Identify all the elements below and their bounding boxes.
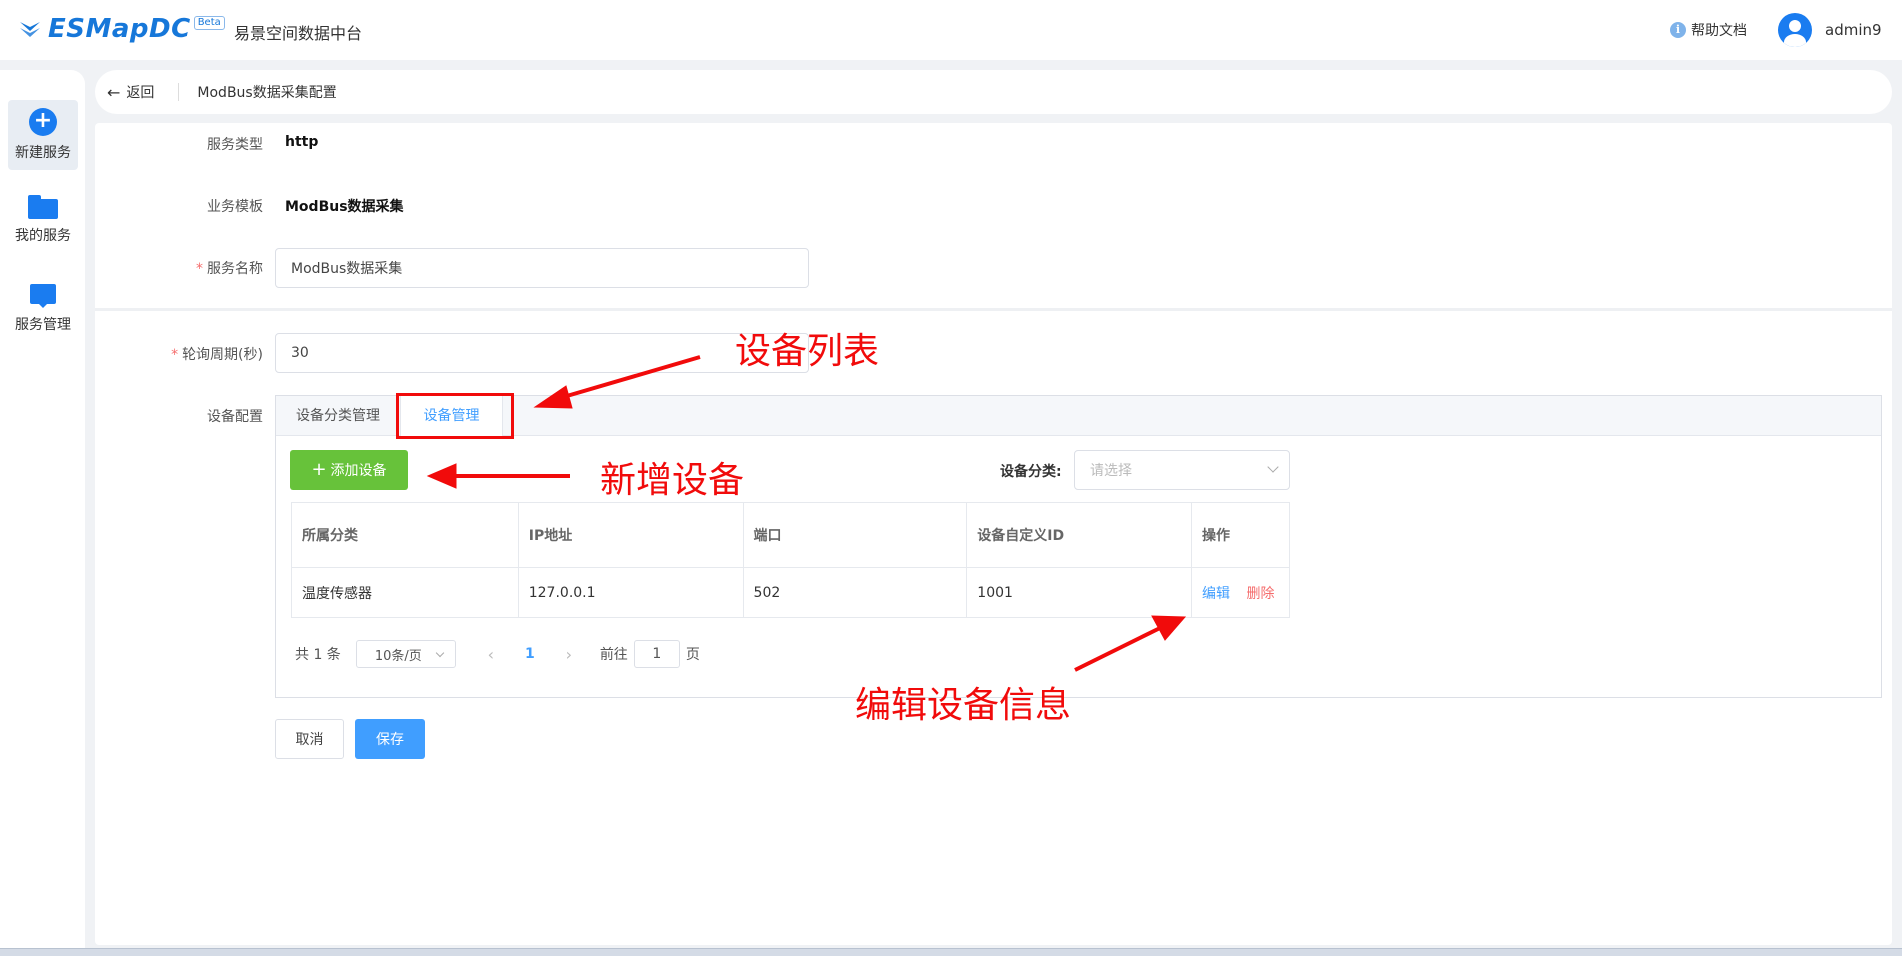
device-config-label: 设备配置 — [207, 409, 263, 425]
avatar-icon — [1778, 13, 1812, 47]
table-header-row: 所属分类 IP地址 端口 设备自定义ID 操作 — [291, 502, 1290, 568]
pagination: 共 1 条 10条/页 ‹ 1 › 前往 1 页 — [295, 640, 700, 668]
category-select[interactable]: 请选择 — [1074, 450, 1290, 490]
arrow-left-icon: ← — [107, 82, 121, 102]
table-row: 温度传感器 127.0.0.1 502 1001 编辑 删除 — [291, 567, 1290, 618]
goto-suffix: 页 — [685, 647, 700, 663]
sidebar-item-new-service[interactable]: + 新建服务 — [8, 100, 78, 170]
taskbar — [0, 948, 1902, 956]
chevron-down-icon — [435, 648, 445, 658]
sidebar: + 新建服务 我的服务 服务管理 — [0, 70, 85, 956]
goto-page-input[interactable]: 1 — [633, 640, 680, 668]
logo-text: ESMapDC — [48, 14, 191, 44]
sidebar-item-label: 服务管理 — [15, 317, 71, 333]
prev-page-icon[interactable]: ‹ — [476, 645, 506, 664]
total-count: 共 1 条 — [295, 647, 341, 663]
chevron-down-icon — [1267, 461, 1279, 473]
plus-circle-icon: + — [29, 108, 57, 136]
add-device-button[interactable]: + 添加设备 — [290, 450, 408, 490]
current-page[interactable]: 1 — [506, 646, 554, 662]
sidebar-item-my-services[interactable]: 我的服务 — [8, 185, 78, 255]
page-size-value: 10条/页 — [374, 648, 422, 664]
plus-icon: + — [311, 459, 327, 480]
poll-period-input[interactable]: 30 — [275, 333, 809, 373]
beta-badge: Beta — [193, 16, 225, 30]
column-header: 设备自定义ID — [966, 502, 1193, 568]
add-device-label: 添加设备 — [330, 463, 387, 479]
info-icon: i — [1670, 22, 1686, 38]
required-mark: * — [196, 261, 203, 277]
username: admin9 — [1825, 21, 1882, 39]
device-tabs: 设备分类管理 设备管理 — [276, 396, 1881, 437]
edit-link[interactable]: 编辑 — [1202, 586, 1230, 602]
poll-period-label: * 轮询周期(秒) — [171, 347, 263, 363]
annotation-add-device: 新增设备 — [600, 460, 745, 501]
breadcrumb: ← 返回 ModBus数据采集配置 — [95, 70, 1892, 114]
device-table: 所属分类 IP地址 端口 设备自定义ID 操作 温度传感器 127.0.0.1 … — [291, 502, 1290, 618]
column-header: IP地址 — [517, 502, 744, 568]
annotation-edit-device: 编辑设备信息 — [855, 685, 1072, 726]
sidebar-item-label: 我的服务 — [15, 228, 71, 244]
cell-actions: 编辑 删除 — [1191, 567, 1290, 618]
next-page-icon[interactable]: › — [554, 645, 584, 664]
book-icon — [30, 284, 56, 308]
service-name-input[interactable]: ModBus数据采集 — [275, 248, 809, 288]
cell-category: 温度传感器 — [291, 567, 519, 618]
category-filter-label: 设备分类: — [1000, 464, 1062, 480]
back-button[interactable]: ← 返回 — [107, 82, 154, 102]
goto-prefix: 前往 — [599, 647, 628, 663]
service-type-value: http — [285, 134, 319, 150]
delete-link[interactable]: 删除 — [1247, 586, 1275, 602]
annotation-highlight-box — [396, 393, 514, 439]
template-label: 业务模板 — [207, 199, 263, 215]
sidebar-item-service-management[interactable]: 服务管理 — [8, 274, 78, 344]
page-size-select[interactable]: 10条/页 — [355, 640, 456, 668]
service-name-label: * 服务名称 — [196, 261, 263, 277]
category-select-placeholder: 请选择 — [1090, 463, 1132, 479]
save-button[interactable]: 保存 — [355, 719, 425, 759]
cell-ip: 127.0.0.1 — [517, 567, 744, 618]
section-divider — [95, 308, 1892, 311]
divider — [178, 83, 180, 101]
cell-custom-id: 1001 — [966, 567, 1193, 618]
logo[interactable]: ESMapDC Beta — [18, 14, 225, 44]
back-label: 返回 — [126, 85, 155, 101]
template-value: ModBus数据采集 — [285, 199, 404, 215]
help-link[interactable]: i 帮助文档 — [1670, 20, 1747, 40]
user-menu[interactable]: admin9 — [1778, 13, 1882, 47]
app-name: 易景空间数据中台 — [234, 24, 363, 43]
page-title: ModBus数据采集配置 — [197, 85, 337, 101]
column-header: 所属分类 — [291, 502, 519, 568]
top-bar: ESMapDC Beta 易景空间数据中台 i 帮助文档 admin9 — [0, 0, 1902, 60]
help-label: 帮助文档 — [1691, 23, 1747, 39]
column-header: 操作 — [1191, 502, 1290, 568]
service-type-label: 服务类型 — [207, 137, 263, 153]
folder-icon — [28, 195, 58, 219]
sidebar-item-label: 新建服务 — [15, 145, 71, 161]
column-header: 端口 — [742, 502, 968, 568]
cell-port: 502 — [742, 567, 968, 618]
logo-mark-icon — [20, 22, 40, 37]
annotation-device-list: 设备列表 — [735, 331, 880, 372]
cancel-button[interactable]: 取消 — [275, 719, 344, 759]
tab-device-category[interactable]: 设备分类管理 — [276, 396, 400, 436]
required-mark: * — [171, 347, 179, 363]
